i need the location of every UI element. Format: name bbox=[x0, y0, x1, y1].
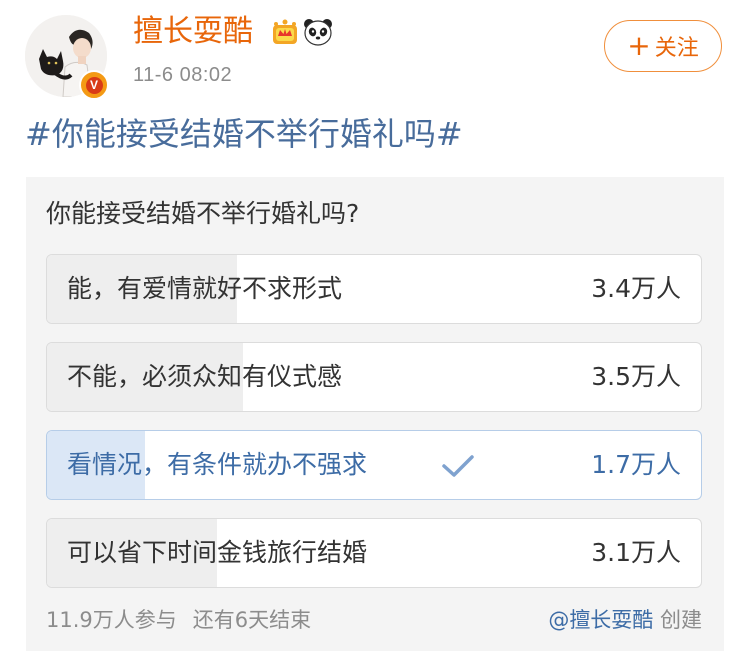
option-label: 不能，必须众知有仪式感 bbox=[67, 362, 343, 391]
option-count: 1.7万人 bbox=[591, 450, 681, 479]
panda-icon bbox=[303, 17, 333, 47]
option-count: 3.4万人 bbox=[591, 274, 681, 303]
verified-icon: V bbox=[79, 70, 109, 100]
poll-option[interactable]: 不能，必须众知有仪式感 3.5万人 bbox=[46, 342, 702, 412]
participants-count: 11.9万人参与 bbox=[46, 608, 177, 632]
created-label: 创建 bbox=[660, 608, 702, 632]
post-timestamp: 11-6 08:02 bbox=[133, 64, 233, 86]
check-icon bbox=[442, 455, 474, 477]
poll-option[interactable]: 能，有爱情就好不求形式 3.4万人 bbox=[46, 254, 702, 324]
option-label: 看情况，有条件就办不强求 bbox=[67, 450, 368, 479]
author-name[interactable]: 擅长耍酷 bbox=[133, 13, 253, 51]
crown-icon bbox=[270, 18, 300, 46]
option-count: 3.5万人 bbox=[591, 362, 681, 391]
creator-link[interactable]: @擅长耍酷 bbox=[548, 608, 653, 632]
option-label: 能，有爱情就好不求形式 bbox=[67, 274, 343, 303]
verified-label: V bbox=[85, 76, 103, 94]
follow-button[interactable]: + 关注 bbox=[604, 20, 722, 72]
poll-stats: 11.9万人参与 还有6天结束 bbox=[46, 605, 311, 635]
plus-icon: + bbox=[627, 29, 651, 62]
poll-question: 你能接受结婚不举行婚礼吗? bbox=[46, 199, 360, 228]
option-count: 3.1万人 bbox=[591, 538, 681, 567]
poll-option[interactable]: 可以省下时间金钱旅行结婚 3.1万人 bbox=[46, 518, 702, 588]
poll-creator: @擅长耍酷 创建 bbox=[548, 605, 702, 635]
time-remaining: 还有6天结束 bbox=[192, 608, 312, 632]
poll-card: 你能接受结婚不举行婚礼吗? 能，有爱情就好不求形式 3.4万人 不能，必须众知有… bbox=[26, 177, 724, 651]
poll-option[interactable]: 看情况，有条件就办不强求 1.7万人 bbox=[46, 430, 702, 500]
follow-label: 关注 bbox=[654, 36, 699, 61]
option-label: 可以省下时间金钱旅行结婚 bbox=[67, 538, 368, 567]
topic-hashtag[interactable]: #你能接受结婚不举行婚礼吗# bbox=[25, 112, 463, 156]
